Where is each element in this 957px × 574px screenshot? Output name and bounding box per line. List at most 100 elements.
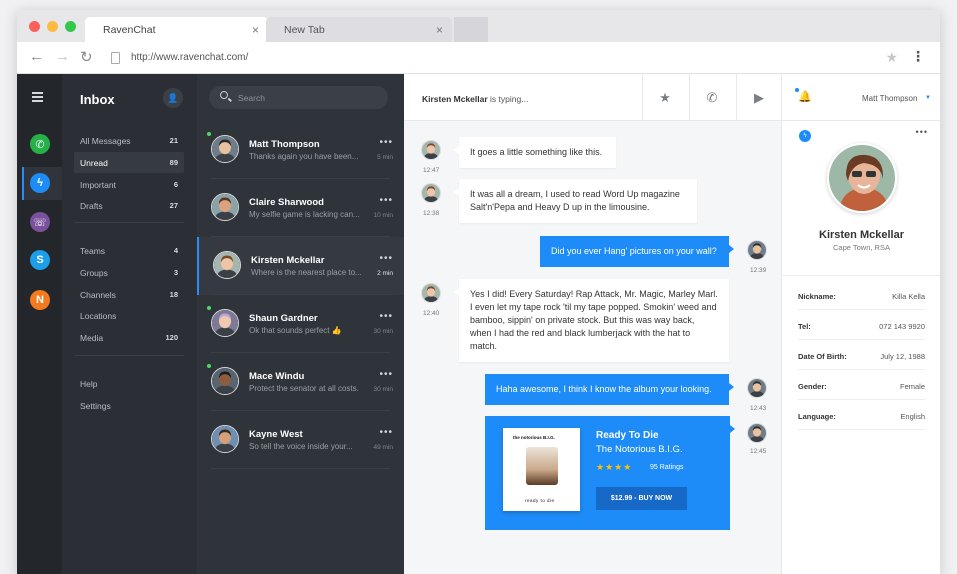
search-input[interactable]: Search [238,93,265,103]
chat-contact-name: Matt Thompson [249,139,320,150]
more-options-icon[interactable]: ••• [379,369,393,380]
message-avatar [421,183,441,203]
nav-item-count: 4 [173,246,178,255]
profile-name: Kirsten Mckellar [819,229,904,241]
nav-item-count: 18 [169,290,178,299]
inbox-title: Inbox [80,92,115,107]
inbox-navigation: Inbox 👤 All Messages 21 Unread 89 Important 6… [62,74,197,574]
nav-item-label: Teams [80,246,106,256]
nav-item-all-messages[interactable]: All Messages 21 [74,130,184,151]
page-icon [111,52,120,64]
conversation-header: Kirsten Mckellar is typing... ★ ✆ ▶ [404,74,781,121]
chat-list-item[interactable]: Shaun Gardner Ok that sounds perfect 👍 30 … [197,295,404,353]
more-options-icon[interactable]: ••• [379,137,393,148]
message-avatar [747,378,767,398]
profile-field-value: July 12, 1988 [880,352,925,361]
profile-field-value: Killa Kella [892,292,925,301]
nav-item-groups[interactable]: Groups 3 [74,262,184,283]
chat-time: 5 min [377,154,393,161]
message-time: 12:38 [423,210,440,217]
messenger-icon[interactable]: ϟ [30,173,50,193]
bell-icon[interactable]: 🔔 [798,90,812,103]
close-tab-icon[interactable]: × [252,23,259,37]
url-field[interactable]: http://www.ravenchat.com/ [131,52,248,63]
tab-new-tab[interactable]: New Tab × [266,17,452,42]
maximize-window-button[interactable] [65,21,76,32]
nav-item-settings[interactable]: Settings [74,395,184,416]
album-cover: the notorious B.I.G. ready to die [503,428,580,511]
more-options-icon[interactable]: ••• [379,311,393,322]
nav-item-count: 27 [169,201,178,210]
online-status-dot [207,306,211,310]
contact-profile: 🔔 Matt Thompson ▼ ϟ ••• Kirsten Mckellar… [781,74,940,574]
chevron-down-icon[interactable]: ▼ [925,95,931,101]
more-options-icon[interactable]: ••• [379,253,393,264]
divider [798,309,925,310]
divider [74,355,184,356]
nav-item-label: Channels [80,290,116,300]
profile-field: Nickname: Killa Kella [798,292,925,322]
star-icon[interactable]: ★ [642,74,687,121]
online-status-dot [207,132,211,136]
nav-item-media[interactable]: Media 120 [74,327,184,348]
reload-icon[interactable]: ↻ [80,48,93,66]
album-card[interactable]: the notorious B.I.G. ready to die Ready … [485,416,735,530]
album-artist: The Notorious B.I.G. [596,444,683,455]
app-n-icon[interactable]: N [30,290,50,310]
nav-item-important[interactable]: Important 6 [74,174,184,195]
nav-item-drafts[interactable]: Drafts 27 [74,195,184,216]
nav-item-channels[interactable]: Channels 18 [74,284,184,305]
chat-preview: Thanks again you have been... [249,152,359,161]
hamburger-menu-icon[interactable] [32,92,43,104]
phone-icon[interactable]: ✆ [689,74,734,121]
viber-icon[interactable]: ☏ [30,212,50,232]
search-box[interactable]: Search [209,86,388,109]
address-bar: ← → ↻ http://www.ravenchat.com/ ★ ⋮ [17,42,940,74]
divider [798,369,925,370]
browser-menu-icon[interactable]: ⋮ [911,48,925,65]
nav-item-count: 89 [169,158,178,167]
divider [211,468,390,469]
nav-item-label: Unread [80,158,108,168]
profile-field: Tel: 072 143 9920 [798,322,925,352]
message-avatar [747,423,767,443]
chat-list-item[interactable]: Mace Windu Protect the senator at all cos… [197,353,404,411]
video-camera-icon[interactable]: ▶ [736,74,781,121]
more-options-icon[interactable]: ••• [916,127,928,137]
chat-list-item[interactable]: Kirsten Mckellar Where is the nearest pla… [197,237,404,295]
nav-item-help[interactable]: Help [74,373,184,394]
more-options-icon[interactable]: ••• [379,427,393,438]
tab-label: New Tab [284,24,325,36]
more-options-icon[interactable]: ••• [379,195,393,206]
back-arrow-icon[interactable]: ← [29,48,44,65]
whatsapp-icon[interactable]: ✆ [30,134,50,154]
ravenchat-app: ✆ ϟ ☏ S N Inbox 👤 All Messages 21 Unread 89 Impo… [17,74,940,574]
forward-arrow-icon[interactable]: → [55,48,70,65]
new-tab-button[interactable] [454,17,488,42]
nav-item-label: Groups [80,268,108,278]
divider [798,429,925,430]
chat-list-item[interactable]: Claire Sharwood My selfie game is lacking… [197,179,404,237]
nav-item-label: All Messages [80,136,131,146]
buy-now-button[interactable]: $12.99 - BUY NOW [596,487,687,510]
album-cover-header: the notorious B.I.G. [513,435,555,440]
close-tab-icon[interactable]: × [436,23,443,37]
avatar [211,135,239,163]
chat-list-item[interactable]: Kayne West So tell the voice inside your.… [197,411,404,469]
minimize-window-button[interactable] [47,21,58,32]
close-window-button[interactable] [29,21,40,32]
current-user-name[interactable]: Matt Thompson [862,94,917,103]
nav-item-unread[interactable]: Unread 89 [74,152,184,173]
bookmark-star-icon[interactable]: ★ [885,49,898,66]
divider [74,222,184,223]
chat-time: 2 min [377,270,393,277]
chat-list-item[interactable]: Matt Thompson Thanks again you have been.… [197,121,404,179]
add-contact-icon[interactable]: 👤 [163,88,183,108]
nav-item-locations[interactable]: Locations [74,305,184,326]
album-title: Ready To Die [596,430,659,441]
outgoing-message: Did you ever Hang' pictures on your wall… [540,236,734,267]
nav-item-count: 120 [165,333,178,342]
skype-icon[interactable]: S [30,250,50,270]
nav-item-teams[interactable]: Teams 4 [74,240,184,261]
tab-ravenchat[interactable]: RavenChat × [85,17,268,42]
